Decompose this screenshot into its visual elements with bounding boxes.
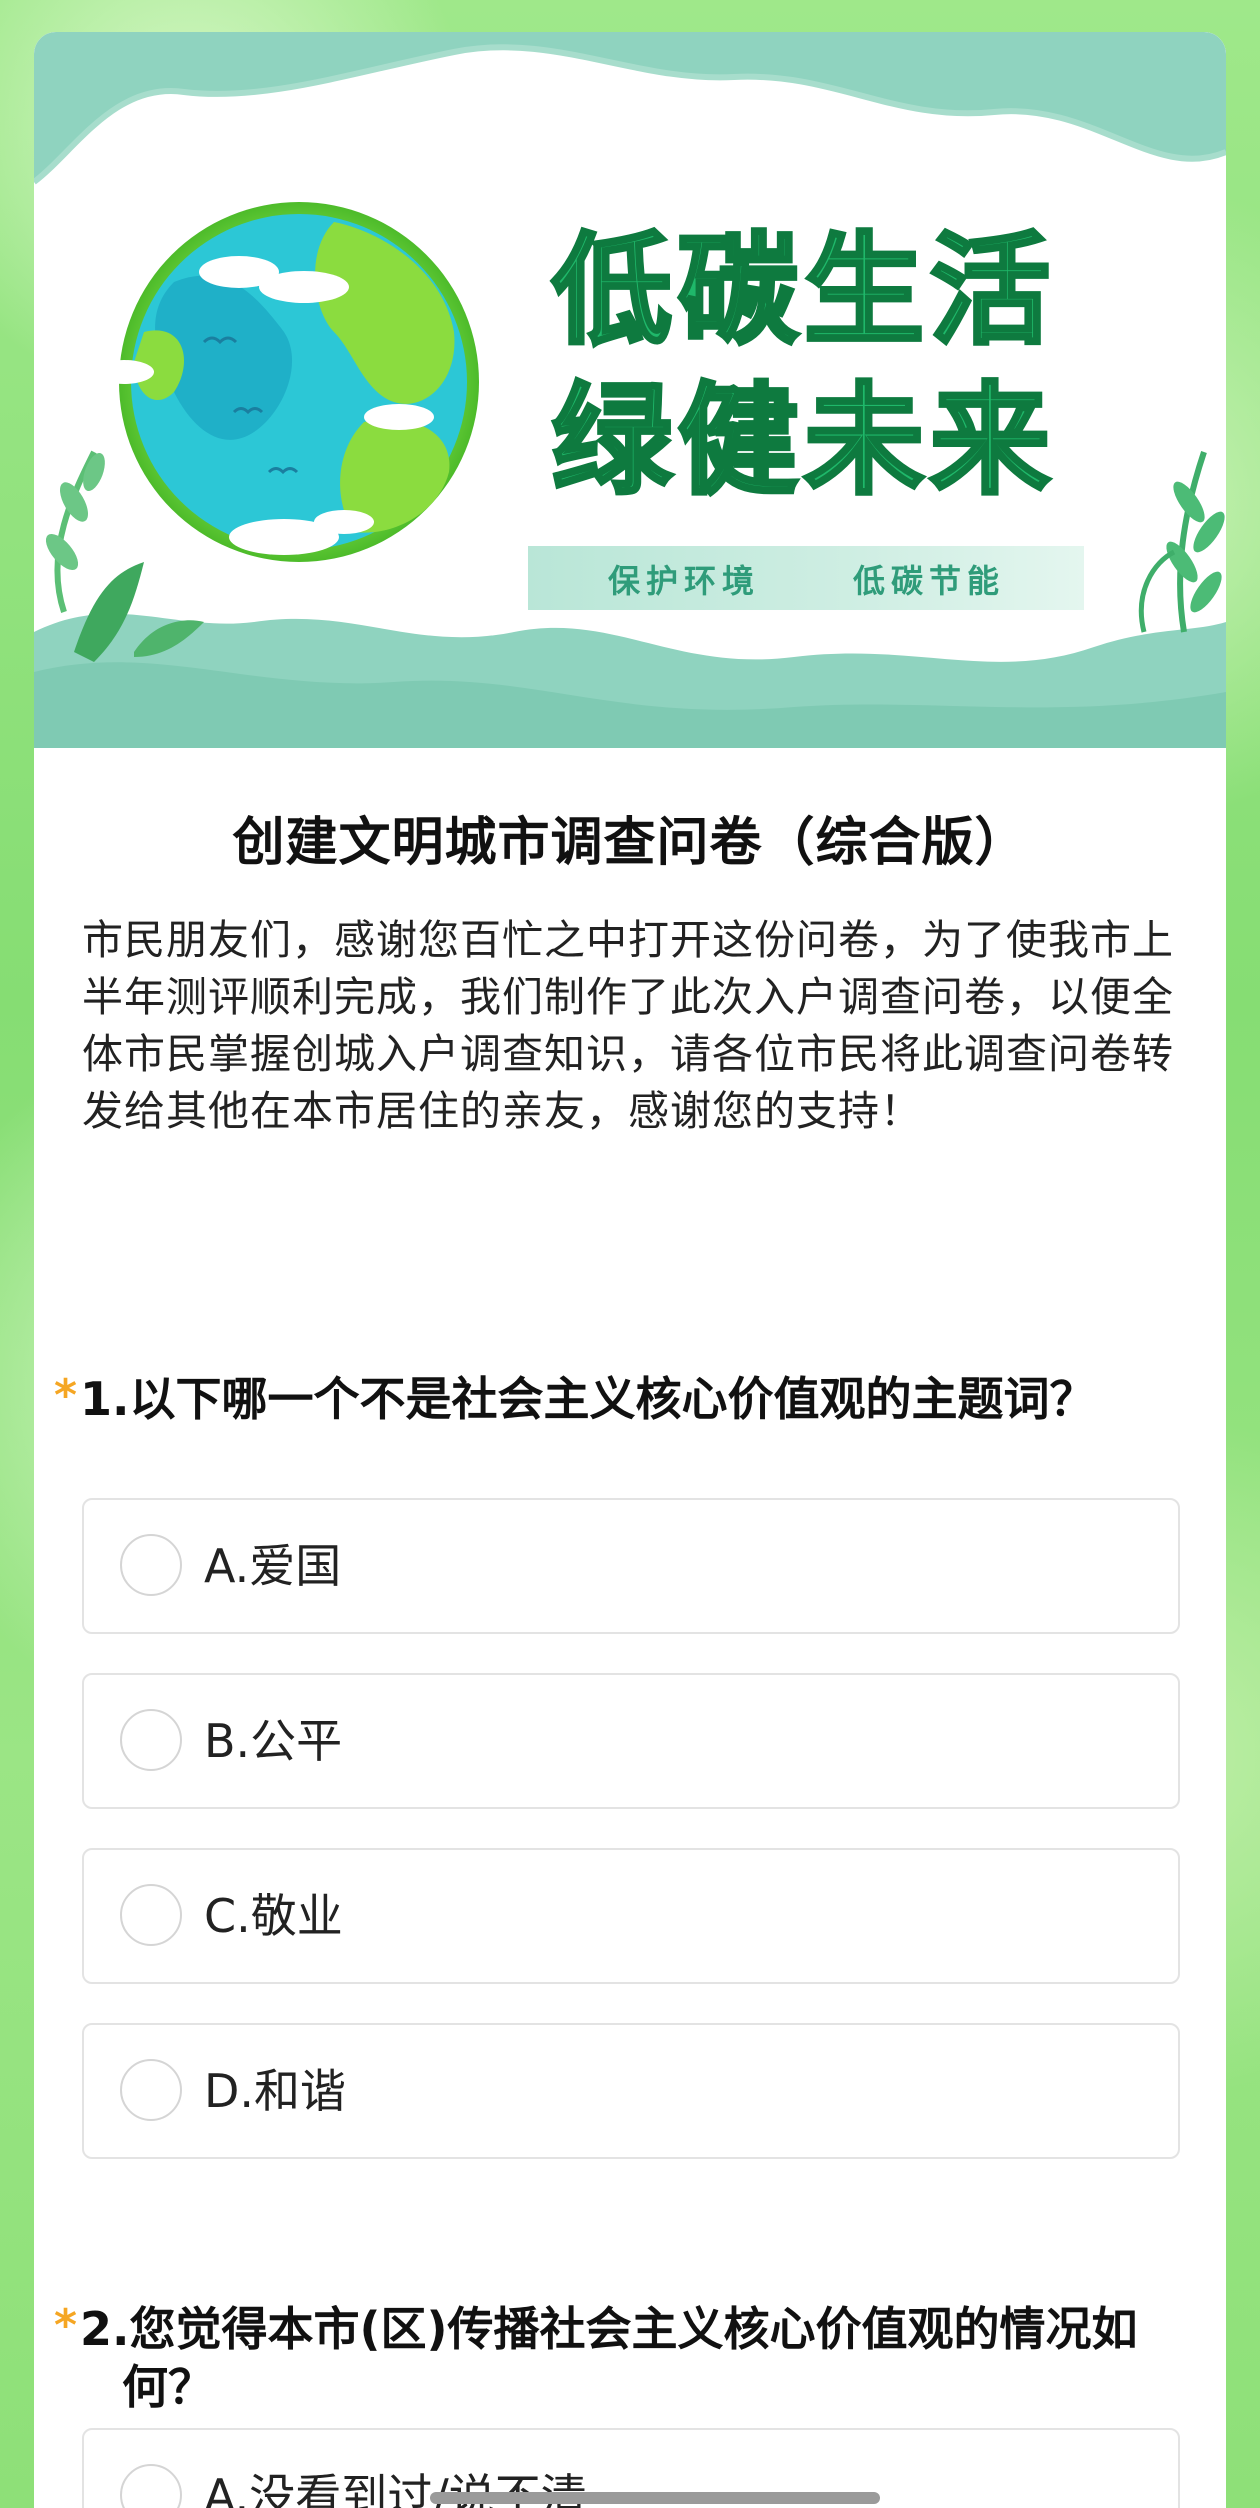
question-1-option-b[interactable]: B.公平 (82, 1673, 1180, 1809)
survey-card: 低碳生活 绿健未来 保护环境 低碳节能 创建文明城市调查问卷（综合版） 市民朋友… (34, 32, 1226, 2508)
option-label: B.公平 (204, 1714, 343, 1768)
required-star: * (54, 1370, 78, 1421)
banner-tag-right: 低碳节能 (853, 562, 1005, 600)
radio-button[interactable] (120, 2059, 182, 2121)
survey-description: 市民朋友们，感谢您百忙之中打开这份问卷，为了使我市上半年测评顺利完成，我们制作了… (82, 916, 1174, 1135)
radio-button[interactable] (120, 1534, 182, 1596)
required-star: * (54, 2300, 78, 2351)
radio-button[interactable] (120, 1709, 182, 1771)
option-label: D.和谐 (204, 2064, 347, 2118)
question-2-text: 2.您觉得本市(区)传播社会主义核心价值观的情况如何？ (80, 2302, 1138, 2414)
survey-title: 创建文明城市调查问卷（综合版） (232, 813, 1028, 873)
banner-headline-1: 低碳生活 (552, 222, 1056, 361)
banner-headline-2: 绿健未来 (552, 372, 1056, 511)
question-1-option-d[interactable]: D.和谐 (82, 2023, 1180, 2159)
question-1-option-c[interactable]: C.敬业 (82, 1848, 1180, 1984)
radio-button[interactable] (120, 2464, 182, 2508)
home-indicator[interactable] (430, 2492, 880, 2504)
option-label: C.敬业 (204, 1889, 343, 1943)
banner-tag-left: 保护环境 (608, 562, 760, 600)
option-label: A.爱国 (204, 1539, 342, 1593)
question-1-option-a[interactable]: A.爱国 (82, 1498, 1180, 1634)
radio-button[interactable] (120, 1884, 182, 1946)
question-1-text: 1.以下哪一个不是社会主义核心价值观的主题词？ (80, 1372, 1096, 1426)
survey-banner: 低碳生活 绿健未来 保护环境 低碳节能 (34, 32, 1226, 748)
